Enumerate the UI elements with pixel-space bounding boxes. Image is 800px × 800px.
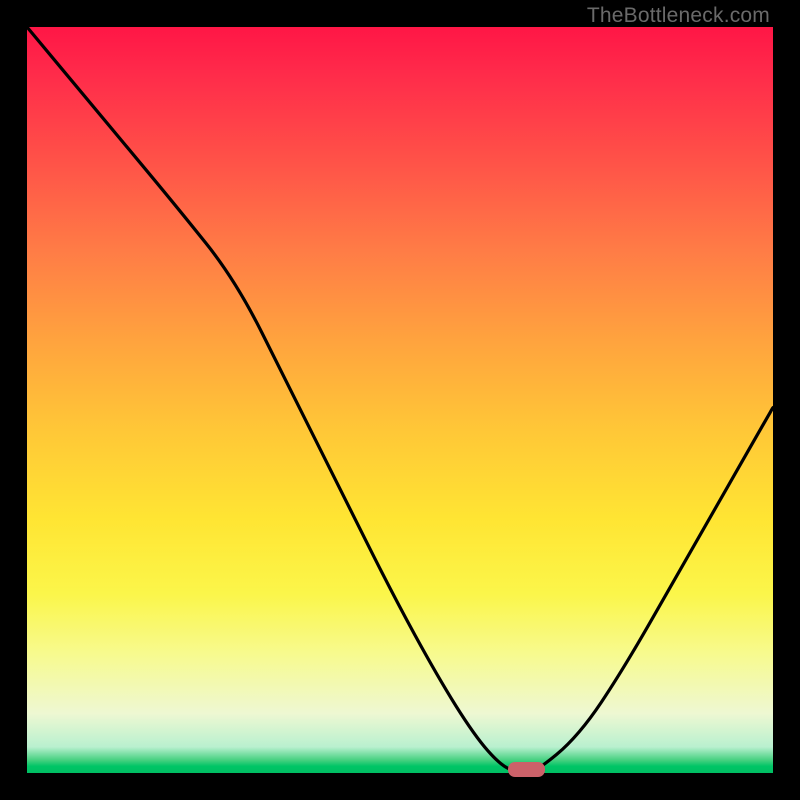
bottleneck-curve-path: [27, 27, 773, 773]
watermark-text: TheBottleneck.com: [587, 4, 770, 28]
chart-frame: TheBottleneck.com: [0, 0, 800, 800]
line-plot: [27, 27, 773, 773]
optimal-marker: [508, 762, 545, 777]
plot-area: [27, 27, 773, 773]
